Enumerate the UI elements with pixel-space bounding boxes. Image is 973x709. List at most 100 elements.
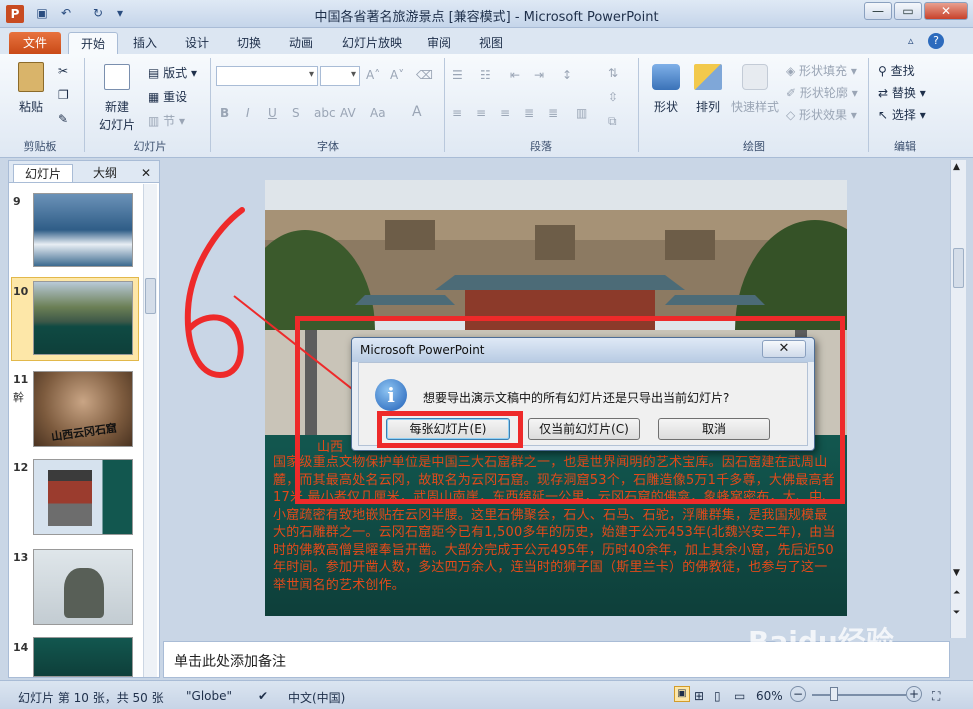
close-pane-icon[interactable]: ✕ [137,164,155,182]
slide-thumbnail-9[interactable] [33,193,133,267]
thumbnail-number: 12 [13,461,29,474]
previous-slide-icon[interactable]: ⏶ [953,588,960,598]
help-icon[interactable]: ? [928,33,944,49]
font-size-combobox[interactable]: ▾ [320,66,360,86]
normal-view-icon[interactable]: ▣ [674,686,690,702]
shapes-button[interactable]: 形状 [646,60,686,134]
minimize-button[interactable]: — [864,2,892,20]
bold-button[interactable]: B [220,106,229,120]
distributed-icon[interactable]: ≣ [548,106,558,120]
slide-thumbnail-11[interactable]: 山西云冈石窟 [33,371,133,447]
justify-icon[interactable]: ≣ [524,106,534,120]
clear-formatting-icon[interactable]: ⌫ [416,68,433,82]
text-direction-icon[interactable]: ⇅ [608,66,618,80]
tab-home[interactable]: 开始 [68,32,118,54]
reading-view-icon[interactable]: ▯ [714,689,721,703]
scrollbar-thumb[interactable] [953,248,964,288]
group-separator [210,58,211,152]
strikethrough-button[interactable]: S [292,106,300,120]
font-name-combobox[interactable]: ▾ [216,66,318,86]
shape-outline-button[interactable]: ✐ 形状轮廓 ▾ [786,84,858,101]
align-right-icon[interactable]: ≡ [500,106,510,120]
minimize-ribbon-icon[interactable]: ▵ [908,34,914,47]
next-slide-icon[interactable]: ⏷ [953,608,960,618]
slide-thumbnail-13[interactable] [33,549,133,625]
smartart-icon[interactable]: ⧉ [608,114,617,129]
thumbnail-number: 11 [13,373,29,386]
tab-slideshow[interactable]: 幻灯片放映 [334,32,410,54]
italic-button[interactable]: I [246,106,250,120]
font-color-button[interactable]: A [412,104,422,120]
align-center-icon[interactable]: ≡ [476,106,486,120]
bullets-icon[interactable]: ☰ [452,68,463,82]
maximize-button[interactable]: ▭ [894,2,922,20]
group-separator [444,58,445,152]
scrollbar-thumb[interactable] [145,278,156,314]
tab-view[interactable]: 视图 [472,32,510,54]
scroll-up-icon[interactable]: ▲ [953,162,960,172]
slide-vertical-scrollbar[interactable]: ▲ ▼ ⏶ ⏷ [950,160,966,638]
quick-styles-button[interactable]: 快速样式 [730,60,780,134]
change-case-button[interactable]: Aa [370,106,386,120]
slide-thumbnail-10[interactable] [33,281,133,355]
slide-thumbnail-14[interactable] [33,637,133,677]
zoom-in-icon[interactable]: + [906,686,922,702]
shadow-button[interactable]: abc [314,106,336,120]
thumbnail-number: 13 [13,551,29,564]
tab-design[interactable]: 设计 [178,32,216,54]
numbering-icon[interactable]: ☷ [480,68,491,82]
new-slide-button[interactable]: 新建 幻灯片 [94,60,140,134]
layout-icon: ▤ [148,66,164,80]
shape-effect-label: 形状效果 [799,108,848,122]
language-indicator[interactable]: 中文(中国) [288,689,345,706]
decrease-indent-icon[interactable]: ⇤ [510,68,520,82]
tab-transitions[interactable]: 切换 [230,32,268,54]
tab-outline-pane[interactable]: 大纲 [77,164,133,182]
tab-file[interactable]: 文件 [9,32,61,54]
tab-slides-pane[interactable]: 幻灯片 [13,164,73,182]
zoom-out-icon[interactable]: − [790,686,806,702]
paste-button[interactable]: 粘贴 [14,60,48,126]
layout-button[interactable]: ▤ 版式 ▾ [148,64,197,81]
section-icon: ▥ [148,114,164,128]
increase-indent-icon[interactable]: ⇥ [534,68,544,82]
columns-icon[interactable]: ▥ [576,106,587,120]
clipboard-icon [18,62,44,92]
line-spacing-icon[interactable]: ↕ [562,68,572,82]
scroll-down-icon[interactable]: ▼ [953,568,960,578]
slide-sorter-view-icon[interactable]: ⊞ [694,689,704,703]
shape-fill-button[interactable]: ◈ 形状填充 ▾ [786,62,857,79]
slide-thumbnail-12[interactable] [33,459,133,535]
tab-insert[interactable]: 插入 [126,32,164,54]
spellcheck-icon[interactable]: ✔ [258,689,268,703]
find-button[interactable]: ⚲ 查找 [878,62,915,79]
char-spacing-button[interactable]: AV [340,106,356,120]
align-text-icon[interactable]: ⇳ [608,90,618,104]
close-window-button[interactable]: ✕ [924,2,968,20]
reset-button[interactable]: ▦ 重设 [148,88,187,105]
arrange-button[interactable]: 排列 [690,60,726,134]
grow-font-icon[interactable]: A˄ [366,68,380,82]
zoom-level[interactable]: 60% [756,689,783,703]
thumbnail-number: 14 [13,641,29,654]
slides-pane-scrollbar[interactable] [143,184,157,677]
shrink-font-icon[interactable]: A˅ [390,68,404,82]
replace-button[interactable]: ⇄ 替换 ▾ [878,84,926,101]
select-button[interactable]: ↖ 选择 ▾ [878,106,926,123]
copy-icon[interactable]: ❐ [58,88,69,102]
cut-icon[interactable]: ✂ [58,64,68,78]
zoom-slider-thumb[interactable] [830,687,838,701]
underline-button[interactable]: U [268,106,277,120]
format-painter-icon[interactable]: ✎ [58,112,68,126]
group-font-label: 字体 [317,140,339,153]
align-left-icon[interactable]: ≡ [452,106,462,120]
zoom-slider[interactable] [812,694,906,696]
section-button[interactable]: ▥ 节 ▾ [148,112,185,129]
notes-placeholder[interactable]: 单击此处添加备注 [174,651,286,671]
fit-to-window-icon[interactable]: ⛶ [932,689,940,704]
tab-animations[interactable]: 动画 [282,32,320,54]
shape-effect-button[interactable]: ◇ 形状效果 ▾ [786,106,857,123]
slideshow-view-icon[interactable]: ▭ [734,689,745,703]
arrange-icon [694,64,722,90]
tab-review[interactable]: 审阅 [420,32,458,54]
